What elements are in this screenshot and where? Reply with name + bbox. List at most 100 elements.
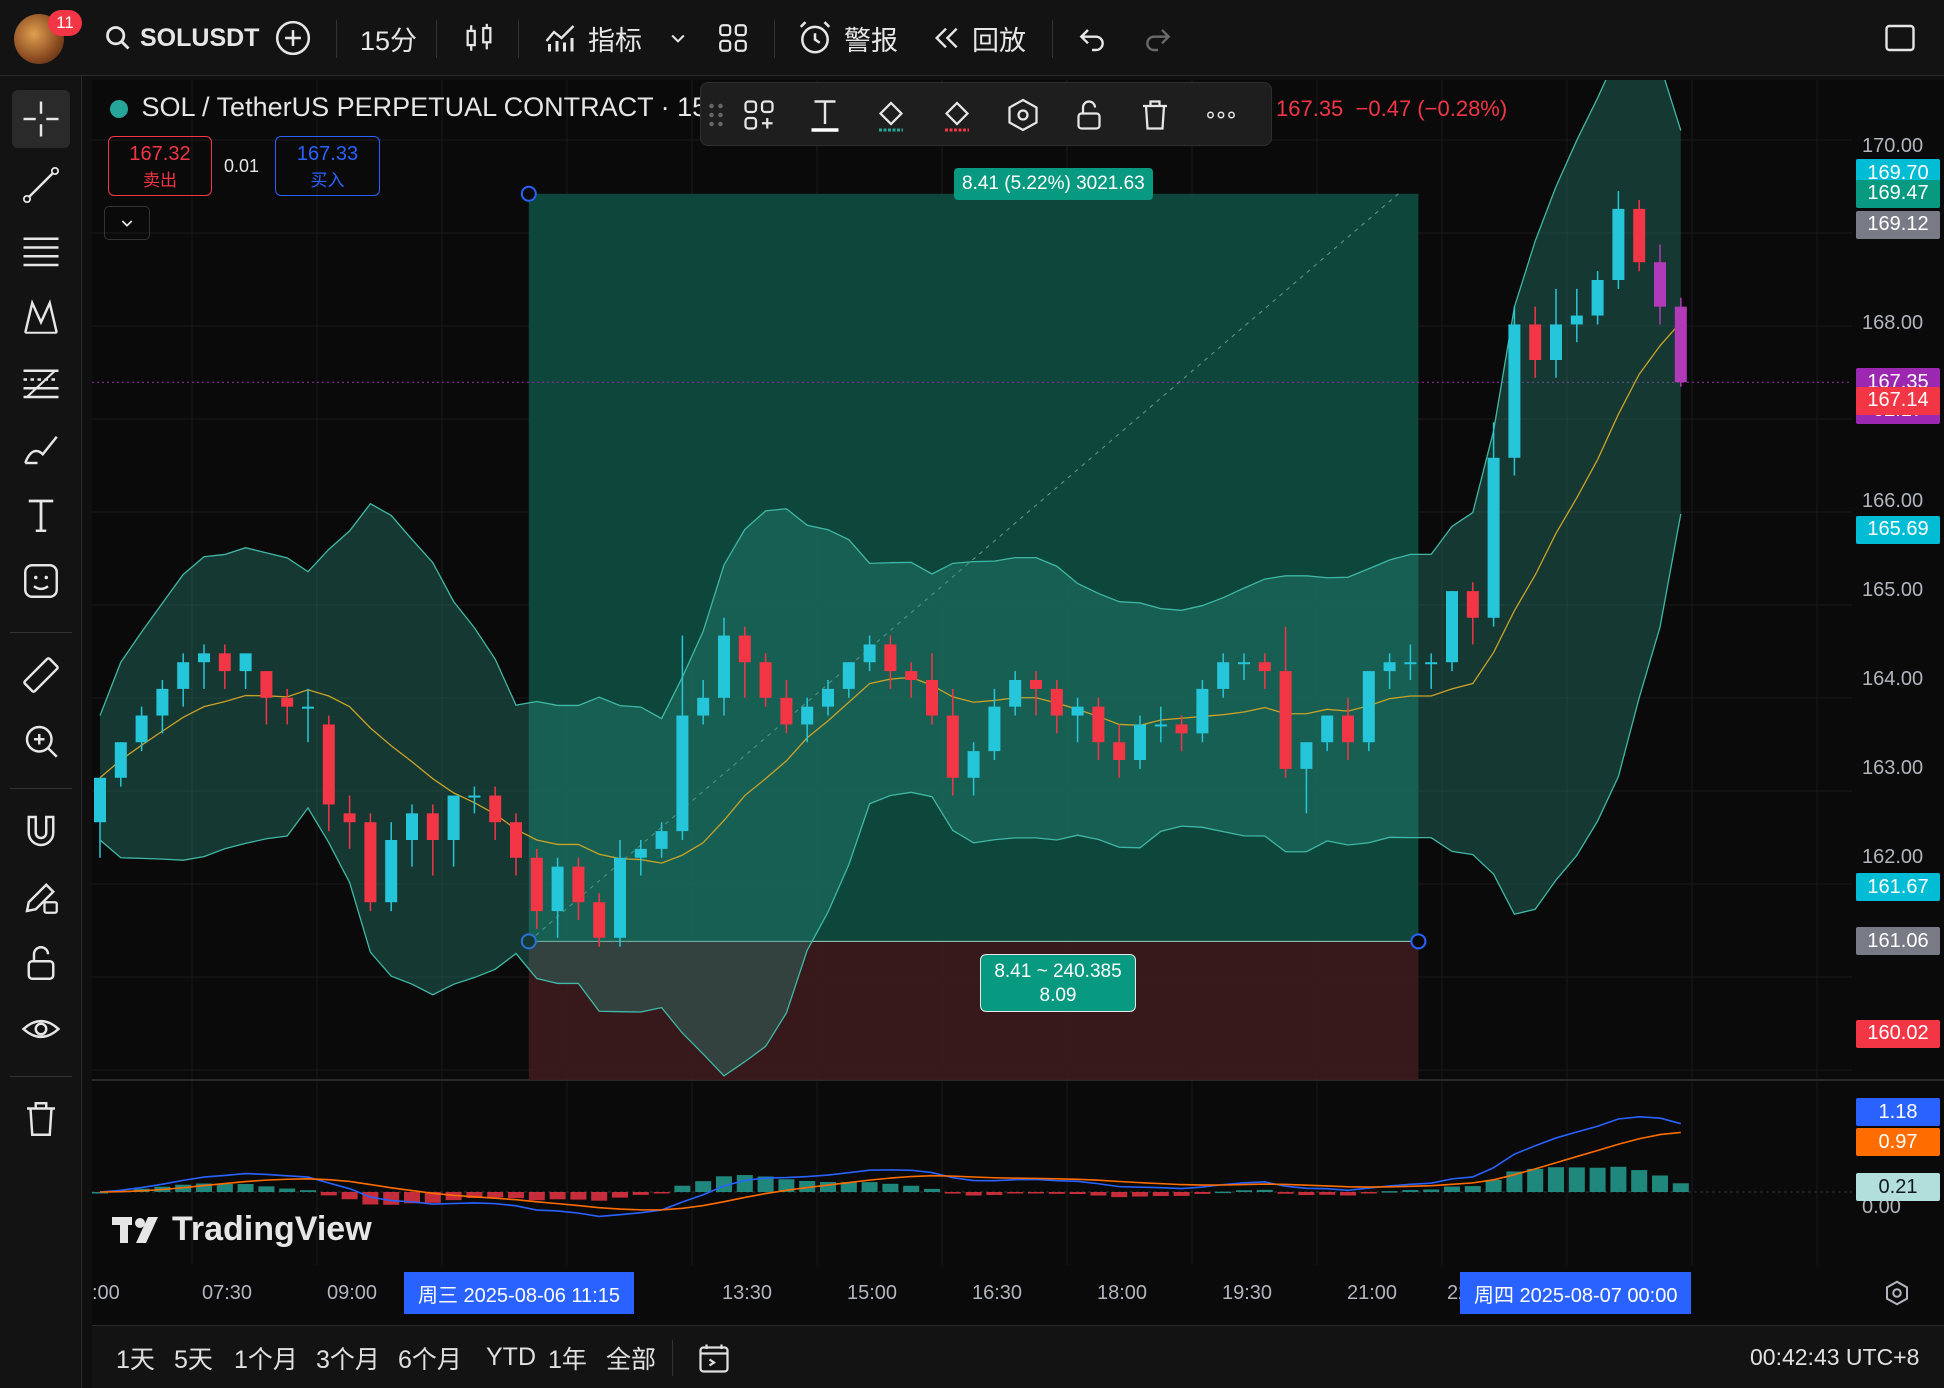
- price-axis-tag: 169.47: [1856, 179, 1940, 208]
- goto-date-button[interactable]: [696, 1326, 732, 1388]
- compare-symbol-button[interactable]: [274, 0, 312, 76]
- text-style-button[interactable]: [803, 93, 847, 137]
- target-label[interactable]: 8.41 (5.22%) 3021.63: [954, 168, 1153, 200]
- zoom-tool[interactable]: [12, 712, 70, 770]
- range-button[interactable]: 6个月: [398, 1326, 462, 1388]
- measure-tool[interactable]: [12, 646, 70, 704]
- candle-body: [551, 866, 564, 912]
- fullscreen-button[interactable]: [1882, 0, 1918, 76]
- emoji-tool[interactable]: [12, 552, 70, 610]
- crosshair-tool[interactable]: [12, 90, 70, 148]
- pattern-icon: [24, 299, 58, 334]
- chart-pane[interactable]: SOL / TetherUS PERPETUAL CONTRACT · 15 ·…: [92, 80, 1944, 1380]
- indicators-dropdown[interactable]: [668, 0, 688, 76]
- buy-button[interactable]: 167.33 买入: [275, 136, 380, 196]
- symbol-legend[interactable]: SOL / TetherUS PERPETUAL CONTRACT · 15 ·: [110, 92, 724, 123]
- symbol-search-button[interactable]: SOLUSDT: [104, 0, 259, 76]
- sell-label: 卖出: [143, 171, 177, 190]
- drawing-floating-toolbar: [700, 82, 1272, 146]
- replay-button[interactable]: 回放: [930, 0, 1026, 76]
- unlock-icon: [27, 946, 55, 980]
- grid-plus-icon: [744, 100, 774, 130]
- candle-body: [697, 697, 710, 716]
- redo-icon: [1146, 29, 1171, 52]
- range-button[interactable]: 3个月: [316, 1326, 380, 1388]
- hide-drawings-tool[interactable]: [12, 1000, 70, 1058]
- fib-tool[interactable]: [12, 354, 70, 412]
- gear-icon: [1886, 1280, 1908, 1306]
- candle-body: [260, 671, 273, 698]
- lock-all-tool[interactable]: [12, 934, 70, 992]
- price-axis[interactable]: 170.00168.00167.00166.00165.00164.00163.…: [1852, 80, 1944, 1325]
- range-button[interactable]: 全部: [606, 1326, 656, 1388]
- macd-histogram-bar: [903, 1185, 920, 1192]
- macd-histogram-bar: [1672, 1183, 1689, 1192]
- remove-drawings-tool[interactable]: [12, 1090, 70, 1148]
- more-button[interactable]: [1199, 93, 1243, 137]
- candle-body: [1633, 208, 1646, 263]
- range-button[interactable]: 1个月: [234, 1326, 298, 1388]
- range-button[interactable]: 1天: [116, 1326, 155, 1388]
- sell-price: 167.32: [129, 143, 191, 165]
- plus-circle-icon: [275, 20, 311, 56]
- text-tool[interactable]: [12, 486, 70, 544]
- profit-color-button[interactable]: [869, 93, 913, 137]
- settings-button[interactable]: [1001, 93, 1045, 137]
- candle-body: [468, 795, 481, 798]
- macd-histogram-bar: [736, 1175, 753, 1192]
- time-tick-label: 09:00: [327, 1282, 378, 1304]
- brush-tool[interactable]: [12, 420, 70, 478]
- template-button[interactable]: [737, 93, 781, 137]
- candle-body: [1113, 742, 1126, 760]
- time-axis[interactable]: 02:002221:0019:3018:0016:3015:0013:3009:…: [92, 1266, 1944, 1322]
- macd-histogram-bar: [1173, 1192, 1190, 1196]
- exchange-logo-icon: [110, 99, 128, 118]
- candle-body: [426, 813, 439, 840]
- timezone-settings-button[interactable]: [1882, 1278, 1912, 1313]
- smiley-sticker-icon: [24, 564, 58, 598]
- indicators-button[interactable]: 指标: [542, 0, 642, 76]
- macd-histogram-bar: [1485, 1179, 1502, 1192]
- time-start-highlight: 周三 2025-08-06 11:15: [404, 1272, 634, 1314]
- horizontal-lines-tool[interactable]: [12, 222, 70, 280]
- crosshair-icon: [23, 101, 59, 137]
- fib-retracement-icon: [23, 369, 59, 399]
- range-button[interactable]: 5天: [174, 1326, 213, 1388]
- delete-button[interactable]: [1133, 93, 1177, 137]
- legend-collapse-button[interactable]: [104, 206, 150, 240]
- magnet-tool[interactable]: [12, 802, 70, 860]
- macd-histogram-bar: [1319, 1192, 1336, 1195]
- chevron-down-icon: [121, 220, 133, 227]
- macd-histogram-bar: [1111, 1192, 1128, 1198]
- drag-handle[interactable]: [705, 93, 727, 137]
- lock-drawing-tool[interactable]: [12, 868, 70, 926]
- redo-button[interactable]: [1142, 0, 1174, 76]
- chart-type-button[interactable]: [462, 0, 496, 76]
- undo-button[interactable]: [1076, 0, 1108, 76]
- alarm-clock-icon: [799, 21, 831, 54]
- clock-display[interactable]: 00:42:43 UTC+8: [1750, 1326, 1919, 1388]
- macd-histogram-bar: [1298, 1192, 1315, 1196]
- rewind-icon: [934, 27, 958, 49]
- range-button[interactable]: 1年: [548, 1326, 587, 1388]
- lock-button[interactable]: [1067, 93, 1111, 137]
- range-button[interactable]: YTD: [486, 1326, 536, 1388]
- sell-button[interactable]: 167.32 卖出: [108, 136, 212, 196]
- layouts-button[interactable]: [716, 0, 750, 76]
- candle-body: [1009, 680, 1022, 707]
- candle-body: [1654, 262, 1666, 307]
- eye-icon: [21, 1019, 61, 1039]
- interval-button[interactable]: 15分: [360, 0, 417, 76]
- pattern-tool[interactable]: [12, 288, 70, 346]
- candle-body: [614, 857, 626, 938]
- position-handle: [520, 185, 537, 202]
- trend-line-tool[interactable]: [12, 156, 70, 214]
- chart-canvas[interactable]: [92, 80, 1944, 1325]
- alert-button[interactable]: 警报: [796, 0, 898, 76]
- candle-body: [1258, 662, 1271, 672]
- position-info-box[interactable]: 8.41 ~ 240.385 8.09: [980, 954, 1136, 1012]
- loss-color-button[interactable]: [935, 93, 979, 137]
- candle-body: [1550, 324, 1562, 360]
- candle-body: [988, 706, 1001, 752]
- macd-histogram-bar: [1069, 1192, 1086, 1195]
